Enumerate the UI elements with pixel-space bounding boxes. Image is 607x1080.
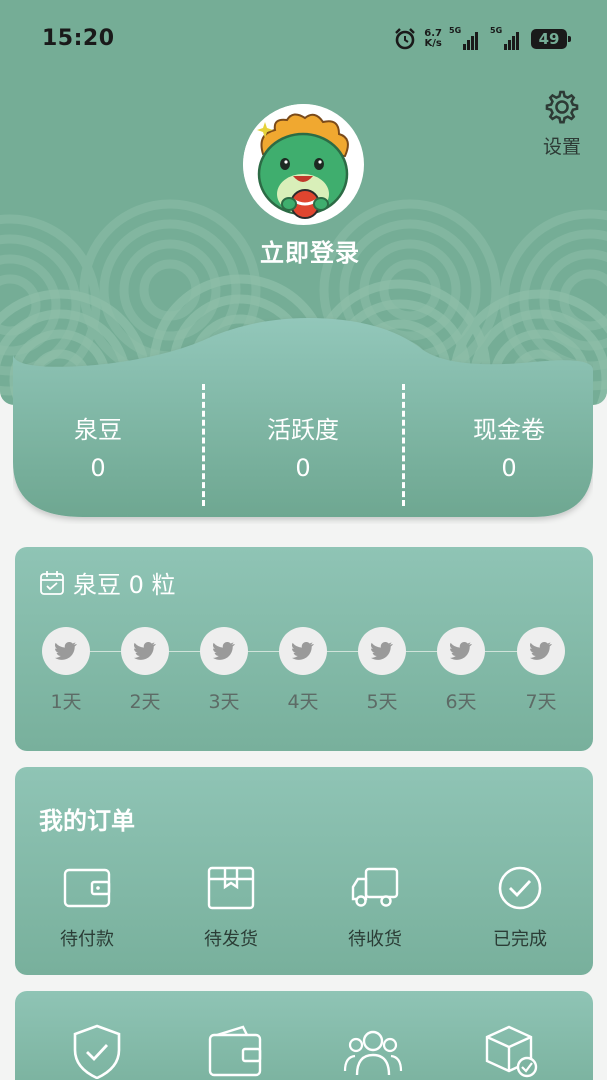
day-label: 4天 [287,691,319,713]
checkin-day[interactable]: 2天 [115,627,175,714]
order-label: 已完成 [493,929,547,950]
settings-label: 设置 [542,136,581,158]
stat-label: 现金卷 [473,416,545,444]
day-circle [358,627,406,675]
stat-value: 0 [501,454,517,482]
checkin-title: 泉豆 0 粒 [39,565,176,600]
status-bar: 15:20 6.7 K/s 5G 5G 49 [0,0,607,78]
stat-divider [202,384,205,506]
day-circle [437,627,485,675]
order-label: 待付款 [60,929,114,950]
stat-label: 泉豆 [74,416,122,444]
stat-cash-coupon[interactable]: 现金卷 0 [414,410,604,482]
avatar[interactable] [243,104,364,225]
stat-label: 活跃度 [267,416,339,444]
gear-icon [545,90,579,124]
day-circle [121,627,169,675]
truck-icon [351,867,399,907]
stat-value: 0 [90,454,106,482]
check-circle-icon [498,866,542,910]
stat-divider [402,384,405,506]
wallet-icon [63,868,111,908]
checkin-day[interactable]: 3天 [194,627,254,714]
day-circle [200,627,248,675]
stat-beans[interactable]: 泉豆 0 [3,410,193,482]
battery-icon: 49 [531,29,571,49]
checkin-title-text: 泉豆 0 粒 [73,571,176,599]
shield-check-icon[interactable] [67,1023,127,1079]
bird-icon [134,641,156,660]
orders-title: 我的订单 [39,807,135,835]
day-circle [42,627,90,675]
calendar-icon [40,570,64,595]
login-link[interactable]: 立即登录 [0,233,607,268]
checkin-day[interactable]: 6天 [431,627,491,714]
day-circle [517,627,565,675]
signal-type-label: 5G [449,26,462,35]
order-completed[interactable]: 已完成 [460,865,580,951]
package-check-icon[interactable] [481,1023,541,1079]
checkin-day[interactable]: 4天 [273,627,333,714]
dragon-mascot-icon [243,104,363,224]
bird-icon [55,641,77,660]
day-circle [279,627,327,675]
checkin-day[interactable]: 7天 [511,627,571,714]
signal-strength-icon-2: 5G [490,26,524,50]
order-pending-shipment[interactable]: 待发货 [171,865,291,951]
day-label: 6天 [445,691,477,713]
settings-button[interactable]: 设置 [537,88,587,159]
stat-value: 0 [295,454,311,482]
day-label: 3天 [208,691,240,713]
status-time: 15:20 [42,26,115,51]
day-label: 5天 [366,691,398,713]
order-pending-receipt[interactable]: 待收货 [315,865,435,951]
day-label: 7天 [525,691,557,713]
network-speed: 6.7 K/s [424,29,442,49]
bird-icon [292,641,314,660]
bird-icon [371,641,393,660]
checkin-panel: 泉豆 0 粒 1天 2天 3天 4天 5天 6天 7天 [15,547,593,751]
day-label: 1天 [50,691,82,713]
order-pending-payment[interactable]: 待付款 [27,865,147,951]
checkin-day[interactable]: 5天 [352,627,412,714]
order-label: 待发货 [204,929,258,950]
order-label: 待收货 [348,929,402,950]
bird-icon [213,641,235,660]
users-icon[interactable] [343,1023,403,1079]
signal-strength-icon-1: 5G [449,26,483,50]
box-icon [207,866,255,910]
checkin-day[interactable]: 1天 [36,627,96,714]
stats-card: 泉豆 0 活跃度 0 现金卷 0 [13,312,593,524]
orders-panel: 我的订单 待付款 待发货 待收货 已完成 [15,767,593,975]
status-icons: 6.7 K/s 5G 5G 49 [393,26,571,52]
network-speed-unit: K/s [424,38,442,49]
stat-activity[interactable]: 活跃度 0 [208,410,398,482]
alarm-icon [395,28,416,50]
bird-icon [450,641,472,660]
day-label: 2天 [129,691,161,713]
signal-type-label: 5G [490,26,503,35]
services-panel [15,991,593,1080]
wallet-icon[interactable] [205,1023,265,1079]
bird-icon [530,641,552,660]
